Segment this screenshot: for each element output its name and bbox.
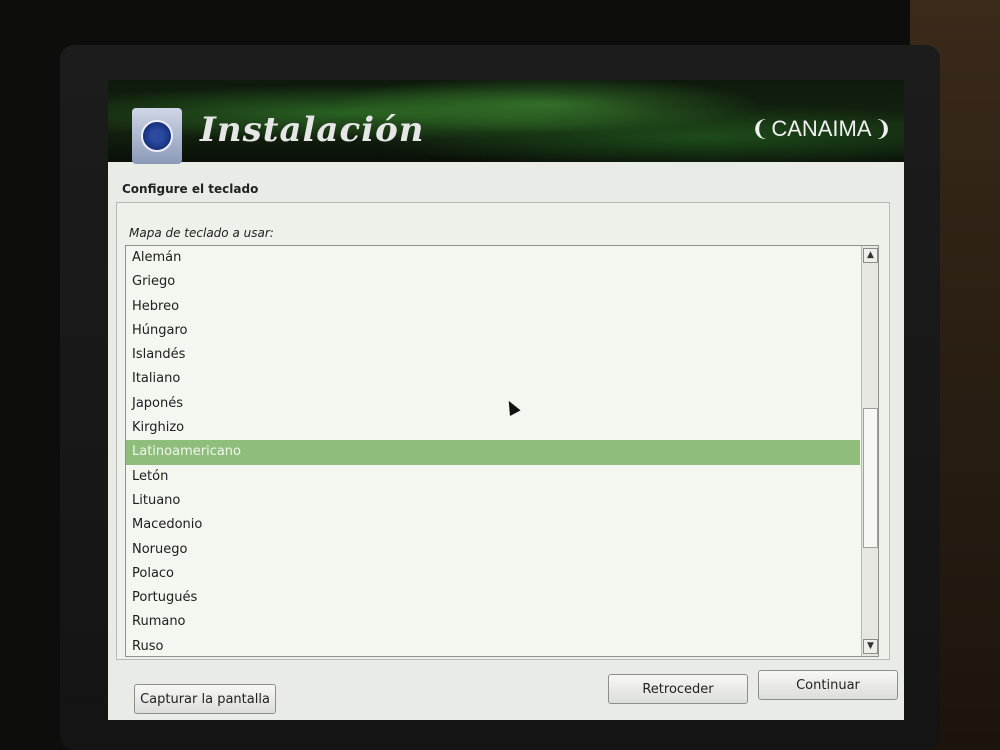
window-title: Instalación: [200, 110, 425, 150]
list-item[interactable]: Alemán: [126, 246, 860, 270]
scroll-thumb[interactable]: [863, 408, 878, 548]
keyboard-list[interactable]: Alemán Griego Hebreo Húngaro Islandés Italian…: [125, 245, 879, 657]
list-item[interactable]: Polaco: [126, 562, 860, 586]
installer-screen: Instalación ❨ CANAIMA ❩ Configure el tec…: [108, 80, 904, 720]
list-item[interactable]: Islandés: [126, 343, 860, 367]
keyboard-panel: Mapa de teclado a usar: Alemán Griego Hebr…: [116, 202, 890, 660]
list-item[interactable]: Rumano: [126, 610, 860, 634]
list-item[interactable]: Hebreo: [126, 295, 860, 319]
brand-logo: ❨ CANAIMA ❩: [751, 116, 892, 142]
list-item[interactable]: Macedonio: [126, 513, 860, 537]
keyboard-list-items: Alemán Griego Hebreo Húngaro Islandés Italian…: [126, 246, 860, 656]
list-item[interactable]: Italiano: [126, 367, 860, 391]
page-title: Configure el teclado: [122, 182, 259, 196]
leaf-icon: ❩: [873, 116, 892, 141]
chevron-up-icon[interactable]: ▲: [863, 248, 878, 263]
list-item[interactable]: Portugués: [126, 586, 860, 610]
continue-button[interactable]: Continuar: [758, 670, 898, 700]
list-item[interactable]: Húngaro: [126, 319, 860, 343]
installer-banner: Instalación ❨ CANAIMA ❩: [108, 80, 904, 164]
keyboard-list-label: Mapa de teclado a usar:: [129, 226, 274, 240]
scrollbar[interactable]: ▲ ▼: [861, 246, 878, 656]
list-item[interactable]: Ruso: [126, 635, 860, 656]
brand-name: CANAIMA: [771, 116, 872, 141]
list-item[interactable]: Noruego: [126, 538, 860, 562]
leaf-icon: ❨: [750, 116, 770, 141]
list-item[interactable]: Latinoamericano: [126, 440, 860, 465]
chevron-down-icon[interactable]: ▼: [863, 639, 878, 654]
list-item[interactable]: Letón: [126, 465, 860, 489]
screenshot-button[interactable]: Capturar la pantalla: [134, 684, 276, 714]
list-item[interactable]: Lituano: [126, 489, 860, 513]
disc-icon: [132, 108, 182, 164]
list-item[interactable]: Griego: [126, 270, 860, 294]
list-item[interactable]: Japonés: [126, 392, 860, 416]
list-item[interactable]: Kirghizo: [126, 416, 860, 440]
back-button[interactable]: Retroceder: [608, 674, 748, 704]
